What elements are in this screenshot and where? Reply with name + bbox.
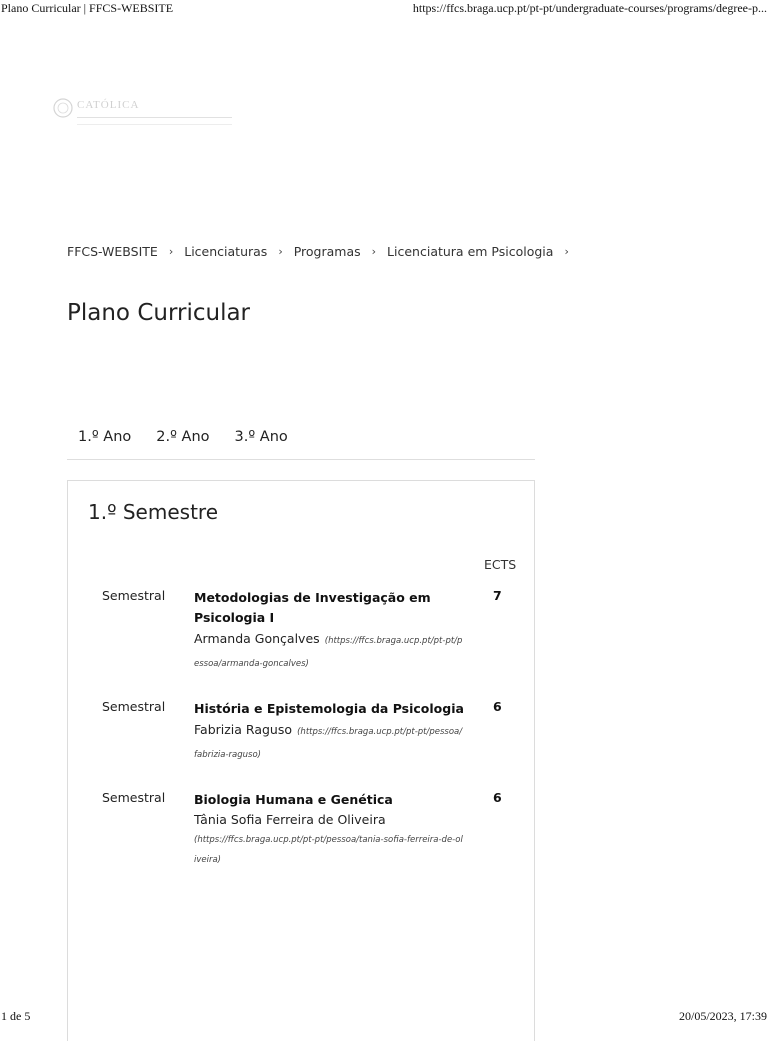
- course-ects: 6: [493, 790, 502, 805]
- course-ects: 7: [493, 588, 502, 603]
- course-name[interactable]: Metodologias de Investigação em Psicolog…: [194, 588, 464, 628]
- semester-panel: 1.º Semestre ECTS Semestral Metodologias…: [67, 480, 535, 1041]
- print-datetime: 20/05/2023, 17:39: [678, 1009, 767, 1023]
- course-name[interactable]: Biologia Humana e Genética: [194, 790, 464, 810]
- page-title: Plano Curricular: [67, 300, 251, 326]
- chevron-right-icon: ›: [564, 244, 569, 258]
- chevron-right-icon: ›: [371, 244, 377, 258]
- course-teacher-line: Fabrizia Raguso (https://ffcs.braga.ucp.…: [194, 719, 464, 765]
- course-ects: 6: [493, 699, 502, 714]
- teacher-url[interactable]: (https://ffcs.braga.ucp.pt/pt-pt/pessoa/…: [194, 830, 464, 870]
- breadcrumb-licenciaturas[interactable]: Licenciaturas: [184, 244, 267, 259]
- semester-title: 1.º Semestre: [88, 500, 218, 524]
- print-footer: 1 de 5 20/05/2023, 17:39: [0, 1008, 768, 1024]
- course-info: Biologia Humana e Genética Tânia Sofia F…: [194, 790, 464, 870]
- print-page-number: 1 de 5: [1, 1009, 31, 1023]
- breadcrumb: FFCS-WEBSITE › Licenciaturas › Programas…: [67, 242, 580, 260]
- year-tabs: 1.º Ano 2.º Ano 3.º Ano: [67, 426, 535, 460]
- print-header: Plano Curricular | FFCS-WEBSITE https://…: [0, 0, 768, 16]
- course-name[interactable]: História e Epistemologia da Psicologia: [194, 699, 464, 719]
- teacher-link[interactable]: Fabrizia Raguso: [194, 722, 292, 737]
- seal-icon: [53, 98, 73, 118]
- teacher-link[interactable]: Armanda Gonçalves: [194, 631, 320, 646]
- catolica-logo[interactable]: CATÓLICA: [52, 97, 234, 137]
- teacher-link[interactable]: Tânia Sofia Ferreira de Oliveira: [194, 810, 464, 830]
- ects-column-header: ECTS: [484, 557, 517, 572]
- print-page-title: Plano Curricular | FFCS-WEBSITE: [1, 1, 174, 15]
- tab-3-ano[interactable]: 3.º Ano: [235, 426, 288, 459]
- breadcrumb-licenciatura-psicologia[interactable]: Licenciatura em Psicologia: [387, 244, 553, 259]
- print-page-url: https://ffcs.braga.ucp.pt/pt-pt/undergra…: [412, 1, 767, 15]
- course-type: Semestral: [102, 588, 166, 603]
- course-teacher-line: Armanda Gonçalves (https://ffcs.braga.uc…: [194, 628, 464, 674]
- course-info: História e Epistemologia da Psicologia F…: [194, 699, 464, 765]
- logo-subline: [77, 124, 232, 125]
- breadcrumb-programas[interactable]: Programas: [294, 244, 361, 259]
- logo-text: CATÓLICA: [77, 99, 140, 111]
- course-info: Metodologias de Investigação em Psicolog…: [194, 588, 464, 674]
- chevron-right-icon: ›: [278, 244, 283, 258]
- tab-2-ano[interactable]: 2.º Ano: [156, 426, 209, 459]
- logo-underline: [77, 117, 232, 118]
- tab-1-ano[interactable]: 1.º Ano: [78, 426, 131, 459]
- course-type: Semestral: [102, 790, 166, 805]
- breadcrumb-ffcs-website[interactable]: FFCS-WEBSITE: [67, 244, 158, 259]
- course-type: Semestral: [102, 699, 166, 714]
- chevron-right-icon: ›: [168, 244, 174, 258]
